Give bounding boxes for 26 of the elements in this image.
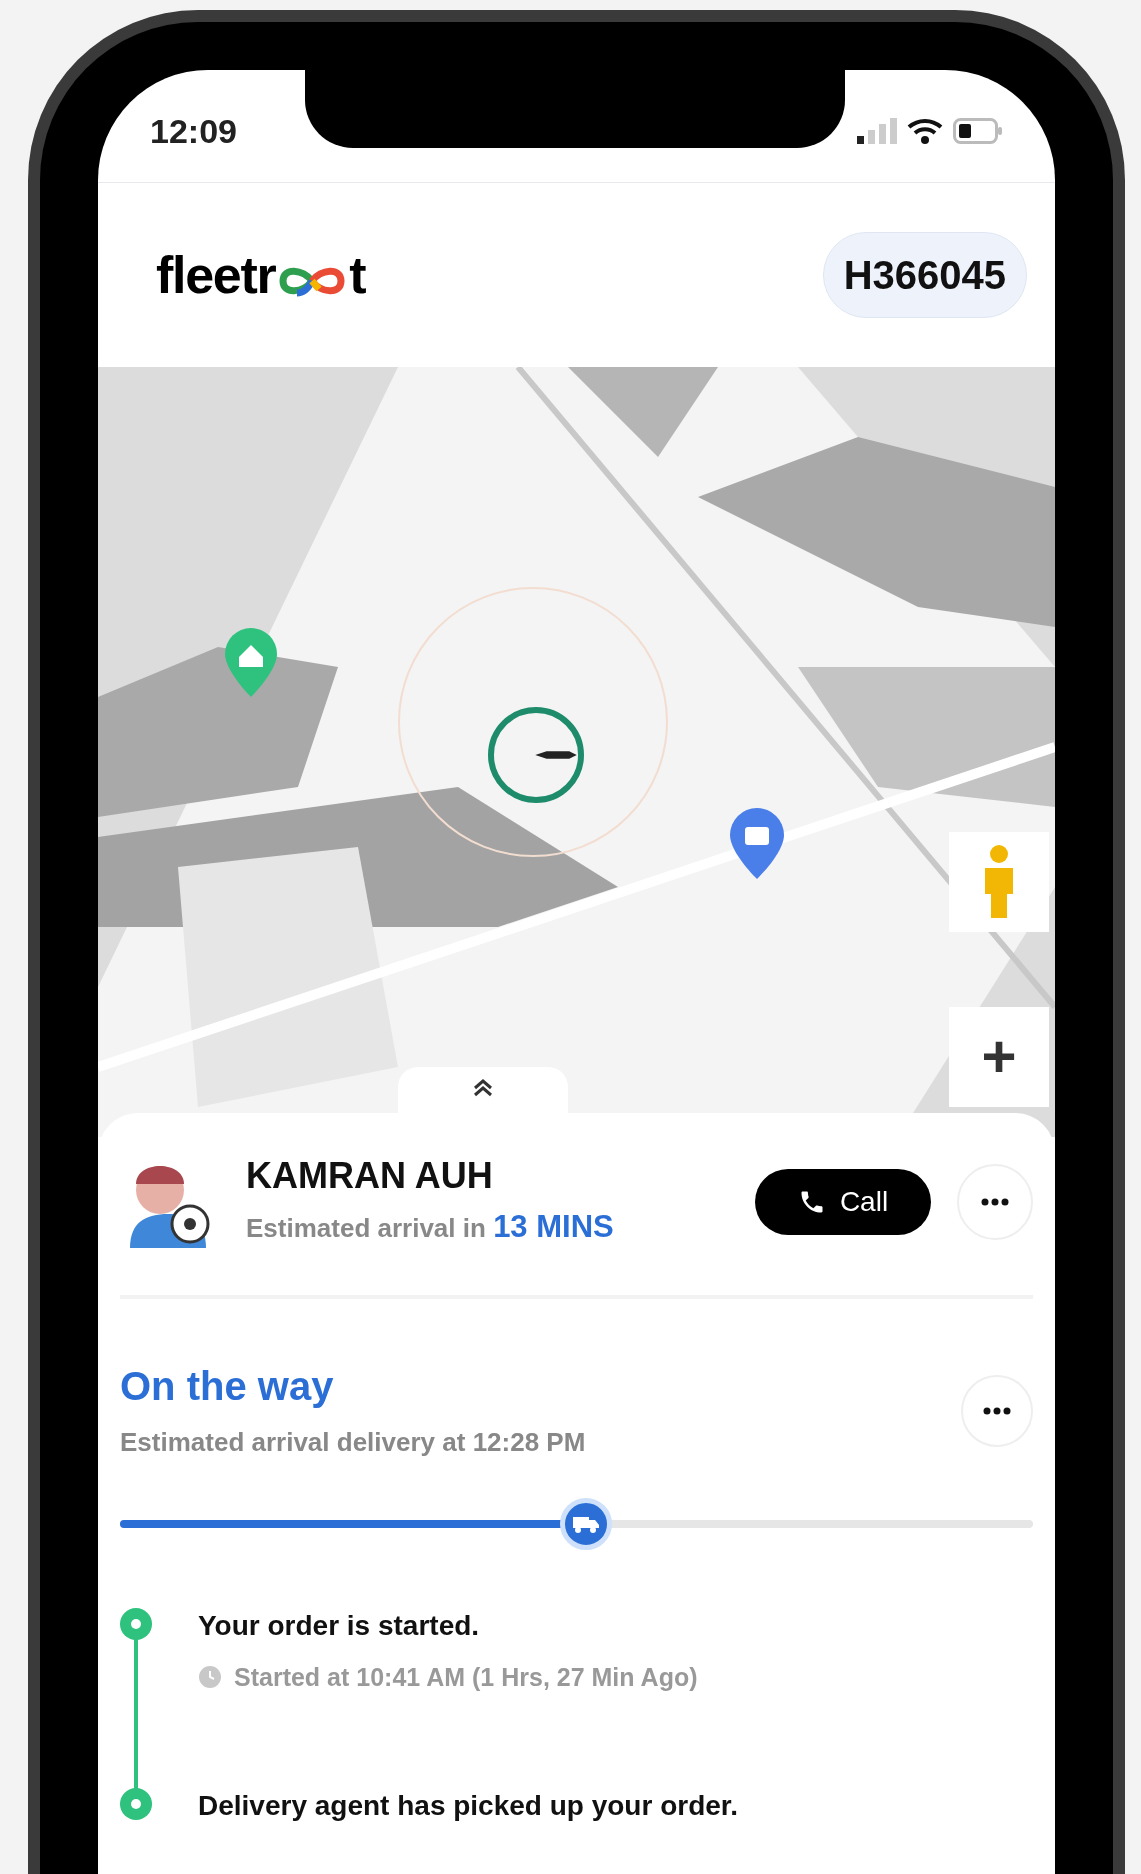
logo-text: t: [349, 249, 366, 301]
driver-name: KAMRAN AUH: [246, 1154, 494, 1198]
truck-icon: [572, 1514, 599, 1533]
more-button[interactable]: [957, 1163, 1033, 1240]
eta-text: Estimated arrival in 13 MINS: [246, 1208, 614, 1246]
status-title: On the way: [120, 1362, 335, 1410]
more-icon: [983, 1407, 1011, 1415]
chevron-up-icon: [472, 1079, 494, 1097]
timeline-title: Your order is started.: [198, 1608, 481, 1643]
location-pin-icon: [728, 807, 786, 881]
order-id-badge: H366045: [822, 232, 1027, 318]
status-time: 12:09: [150, 110, 237, 152]
battery-icon: [953, 118, 1003, 144]
timeline-title: Delivery agent has picked up your order.: [198, 1788, 738, 1823]
timeline-detail: Started at 10:41 AM (1 Hrs, 27 Min Ago): [234, 1661, 698, 1693]
signal-icon: [857, 118, 897, 144]
logo-text: fleetr: [156, 249, 276, 301]
more-icon: [981, 1197, 1009, 1206]
wifi-icon: [907, 117, 943, 145]
call-button[interactable]: Call: [755, 1168, 931, 1235]
home-pin-icon: [223, 627, 279, 699]
zoom-in-button[interactable]: +: [949, 1007, 1049, 1107]
clock-icon: [198, 1665, 222, 1690]
status-more-button[interactable]: [961, 1375, 1033, 1447]
street-view-button[interactable]: [949, 832, 1049, 932]
status-subtitle: Estimated arrival delivery at 12:28 PM: [120, 1425, 586, 1459]
